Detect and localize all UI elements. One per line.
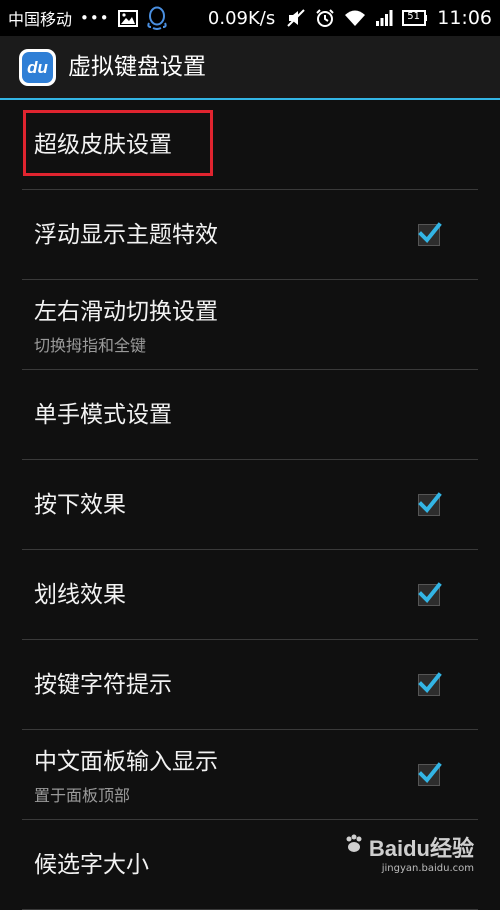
clock: 11:06 — [437, 7, 492, 29]
settings-row[interactable]: 浮动显示主题特效 — [0, 190, 500, 280]
battery-level: 51 — [407, 11, 420, 22]
baidu-watermark: Baidu经验 jingyan.baidu.com — [343, 831, 474, 874]
settings-row-title: 按键字符提示 — [34, 672, 172, 698]
settings-row-title: 候选字大小 — [34, 852, 149, 878]
settings-checkbox[interactable] — [418, 492, 442, 516]
app-logo-icon[interactable]: du — [19, 49, 56, 86]
settings-row[interactable]: 划线效果 — [0, 550, 500, 640]
settings-checkbox[interactable] — [418, 672, 442, 696]
settings-row[interactable]: 中文面板输入显示置于面板顶部 — [0, 730, 500, 820]
battery-icon: 51 — [402, 10, 428, 26]
settings-row[interactable]: 按键字符提示 — [0, 640, 500, 730]
paw-icon — [343, 833, 365, 861]
highlight-box — [23, 110, 213, 176]
mute-icon — [286, 8, 306, 28]
alarm-icon — [315, 8, 335, 28]
checkmark-icon — [418, 492, 442, 513]
checkmark-icon — [418, 762, 442, 783]
notification-dots: ••• — [80, 9, 110, 27]
settings-row[interactable]: 单手模式设置 — [0, 370, 500, 460]
app-logo-text: du — [22, 52, 53, 83]
settings-row-title: 单手模式设置 — [34, 402, 172, 428]
settings-row[interactable]: 按下效果 — [0, 460, 500, 550]
settings-row-subtitle: 置于面板顶部 — [34, 786, 131, 805]
qq-icon — [146, 6, 168, 30]
settings-row-title: 按下效果 — [34, 492, 126, 518]
settings-checkbox[interactable] — [418, 762, 442, 786]
network-speed: 0.09K/s — [207, 7, 276, 29]
carrier-label: 中国移动 — [8, 10, 73, 29]
settings-checkbox[interactable] — [418, 582, 442, 606]
status-bar: 中国移动 ••• 0.09K/s 51 11:06 — [0, 0, 500, 36]
settings-row-title: 浮动显示主题特效 — [34, 222, 218, 248]
page-title: 虚拟键盘设置 — [68, 54, 206, 80]
checkmark-icon — [418, 672, 442, 693]
watermark-url: jingyan.baidu.com — [381, 863, 474, 874]
watermark-brand: Baidu经验 — [368, 836, 474, 861]
settings-row[interactable]: 左右滑动切换设置切换拇指和全键 — [0, 280, 500, 370]
action-bar: du 虚拟键盘设置 — [0, 36, 500, 98]
signal-icon — [375, 9, 393, 27]
checkmark-icon — [418, 582, 442, 603]
checkmark-icon — [418, 222, 442, 243]
settings-checkbox[interactable] — [418, 222, 442, 246]
settings-row-title: 左右滑动切换设置 — [34, 299, 218, 325]
wifi-icon — [344, 9, 366, 27]
settings-row-subtitle: 切换拇指和全键 — [34, 336, 147, 355]
image-icon — [117, 9, 138, 27]
settings-list: 超级皮肤设置 浮动显示主题特效 左右滑动切换设置 切换拇指和全键 单手模式设置 按下效果划… — [0, 100, 500, 910]
settings-row-title: 划线效果 — [34, 582, 126, 608]
settings-row-title: 中文面板输入显示 — [34, 749, 218, 775]
